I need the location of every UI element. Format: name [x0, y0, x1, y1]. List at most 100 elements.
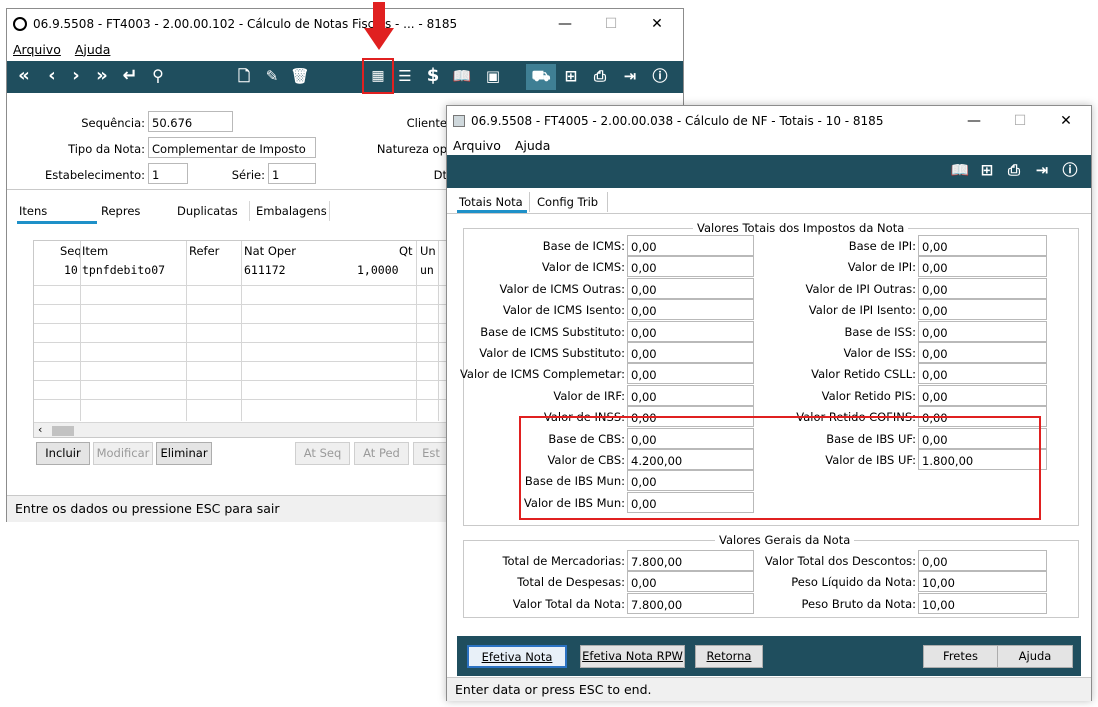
- est-button[interactable]: Est: [413, 442, 449, 465]
- menu-ajuda[interactable]: Ajuda: [515, 138, 551, 153]
- front-close-button[interactable]: ✕: [1043, 106, 1089, 136]
- last-icon[interactable]: »: [89, 61, 115, 91]
- field-label: Valor de ICMS Complemetar:: [459, 367, 625, 382]
- front-statusbar: Enter data or press ESC to end.: [447, 677, 1091, 701]
- dollar-icon[interactable]: $: [421, 61, 445, 91]
- ajuda-button[interactable]: Ajuda: [997, 645, 1073, 668]
- field-label: Valor de ICMS:: [541, 260, 625, 275]
- natureza-label: Natureza op: [376, 142, 447, 156]
- col-seq[interactable]: Seq: [60, 244, 82, 258]
- tab-itens[interactable]: Itens: [19, 204, 47, 218]
- truck-icon[interactable]: ⛟: [527, 61, 555, 91]
- cell-qt[interactable]: 1,0000: [357, 263, 399, 277]
- menu-arquivo[interactable]: Arquivo: [13, 42, 61, 57]
- new-doc-icon[interactable]: 🗋: [232, 61, 256, 91]
- field-label: Valor de ISS:: [843, 346, 916, 360]
- field-label: Valor de ICMS Substituto:: [479, 346, 625, 360]
- cell-seq[interactable]: 10: [64, 263, 78, 277]
- scroll-thumb[interactable]: [52, 426, 74, 436]
- front-window-title: 06.9.5508 - FT4005 - 2.00.00.038 - Cálcu…: [471, 114, 884, 128]
- serie-field[interactable]: 1: [268, 163, 316, 184]
- menu-ajuda[interactable]: Ajuda: [75, 42, 111, 57]
- exit-icon[interactable]: ⇥: [1029, 155, 1055, 185]
- value-field[interactable]: 0,00: [918, 363, 1047, 385]
- col-qt[interactable]: Qt: [399, 244, 413, 258]
- print-icon[interactable]: ⎙: [587, 61, 613, 91]
- tree-icon[interactable]: ⊞: [559, 61, 583, 91]
- value-field[interactable]: 0,00: [918, 550, 1047, 571]
- tab-totais-nota[interactable]: Totais Nota: [459, 195, 523, 209]
- grid-hscrollbar[interactable]: ‹: [34, 422, 448, 437]
- cell-item[interactable]: tpnfdebito07: [82, 263, 165, 277]
- book-icon[interactable]: 📖: [447, 61, 477, 91]
- col-natoper[interactable]: Nat Oper: [244, 244, 296, 258]
- app-logo-icon: [13, 17, 27, 31]
- cell-un[interactable]: un: [420, 263, 434, 277]
- doc-icon[interactable]: ▣: [481, 61, 505, 91]
- front-maximize-button[interactable]: ☐: [997, 106, 1043, 136]
- value-field[interactable]: 0,00: [918, 342, 1047, 363]
- first-icon[interactable]: «: [11, 61, 37, 91]
- tab-duplicatas[interactable]: Duplicatas: [177, 204, 238, 218]
- eliminar-button[interactable]: Eliminar: [156, 442, 212, 465]
- estab-field[interactable]: 1: [148, 163, 188, 184]
- field-label: Valor Retido CSLL:: [811, 367, 916, 382]
- enter-icon[interactable]: ↵: [117, 61, 143, 91]
- value-field[interactable]: 10,00: [918, 571, 1047, 593]
- value-field[interactable]: 0,00: [918, 299, 1047, 321]
- list-icon[interactable]: ☰: [393, 61, 417, 91]
- impostos-group-title: Valores Totais dos Impostos da Nota: [693, 221, 909, 235]
- sequencia-field[interactable]: 50.676: [148, 111, 233, 132]
- prev-icon[interactable]: ‹: [41, 61, 63, 91]
- col-item[interactable]: Item: [82, 244, 108, 258]
- search-icon[interactable]: ⚲: [145, 61, 171, 91]
- print-icon[interactable]: ⎙: [1001, 155, 1027, 185]
- efetiva-nota-button[interactable]: Efetiva Nota: [467, 645, 567, 668]
- tab-config-trib[interactable]: Config Trib: [537, 195, 598, 209]
- value-field[interactable]: 0,00: [918, 384, 1047, 406]
- tipo-field[interactable]: Complementar de Imposto: [148, 137, 316, 158]
- items-grid[interactable]: Seq Item Refer Nat Oper Qt Un 10 tpnfdeb…: [33, 240, 449, 438]
- modificar-button[interactable]: Modificar: [93, 442, 153, 465]
- field-label: Valor de IRF:: [553, 388, 625, 403]
- value-field[interactable]: 0,00: [918, 320, 1047, 342]
- cell-natoper[interactable]: 611172: [244, 263, 286, 277]
- dt-label: Dt: [433, 168, 447, 182]
- field-label: Base de ICMS Substituto:: [480, 324, 625, 339]
- book-icon[interactable]: 📖: [947, 155, 973, 185]
- tree-icon[interactable]: ⊞: [975, 155, 999, 185]
- menu-arquivo[interactable]: Arquivo: [453, 138, 501, 153]
- fretes-button[interactable]: Fretes: [923, 645, 998, 668]
- col-un[interactable]: Un: [420, 244, 436, 258]
- col-refer[interactable]: Refer: [189, 244, 219, 258]
- tab-repres[interactable]: Repres: [101, 204, 140, 218]
- help-icon[interactable]: ⓘ: [1057, 155, 1083, 185]
- help-icon[interactable]: ⓘ: [647, 61, 673, 91]
- value-field[interactable]: 10,00: [918, 592, 1047, 614]
- atseq-button[interactable]: At Seq: [295, 442, 350, 465]
- tab-embalagens[interactable]: Embalagens: [256, 204, 327, 218]
- next-icon[interactable]: ›: [65, 61, 87, 91]
- field-label: Valor Total da Nota:: [512, 596, 625, 611]
- incluir-button[interactable]: Incluir: [36, 442, 90, 465]
- trash-icon[interactable]: 🗑: [288, 61, 312, 91]
- back-toolbar: « ‹ › » ↵ ⚲ 🗋 ✎ 🗑 ▦ ☰ $ 📖 ▣ ⛟ ⊞ ⎙ ⇥ ⓘ: [7, 61, 683, 93]
- field-label: Peso Bruto da Nota:: [801, 596, 916, 611]
- value-field[interactable]: 0,00: [918, 235, 1047, 256]
- atped-button[interactable]: At Ped: [354, 442, 409, 465]
- edit-doc-icon[interactable]: ✎: [260, 61, 284, 91]
- field-label: Valor de ICMS Outras:: [499, 281, 625, 296]
- back-close-button[interactable]: ✕: [634, 9, 680, 39]
- field-label: Valor de IPI:: [847, 260, 916, 275]
- efetiva-nota-rpw-button[interactable]: Efetiva Nota RPW: [580, 645, 685, 668]
- retorna-button[interactable]: Retorna: [695, 645, 763, 668]
- front-minimize-button[interactable]: —: [951, 106, 997, 136]
- field-label: Total de Despesas:: [517, 575, 625, 590]
- back-minimize-button[interactable]: —: [542, 9, 588, 39]
- value-field[interactable]: 0,00: [918, 277, 1047, 299]
- exit-icon[interactable]: ⇥: [617, 61, 643, 91]
- scroll-left-icon[interactable]: ‹: [38, 423, 42, 436]
- value-field[interactable]: 0,00: [918, 256, 1047, 278]
- back-maximize-button[interactable]: ☐: [588, 9, 634, 39]
- tab-itens-underline: [17, 221, 97, 224]
